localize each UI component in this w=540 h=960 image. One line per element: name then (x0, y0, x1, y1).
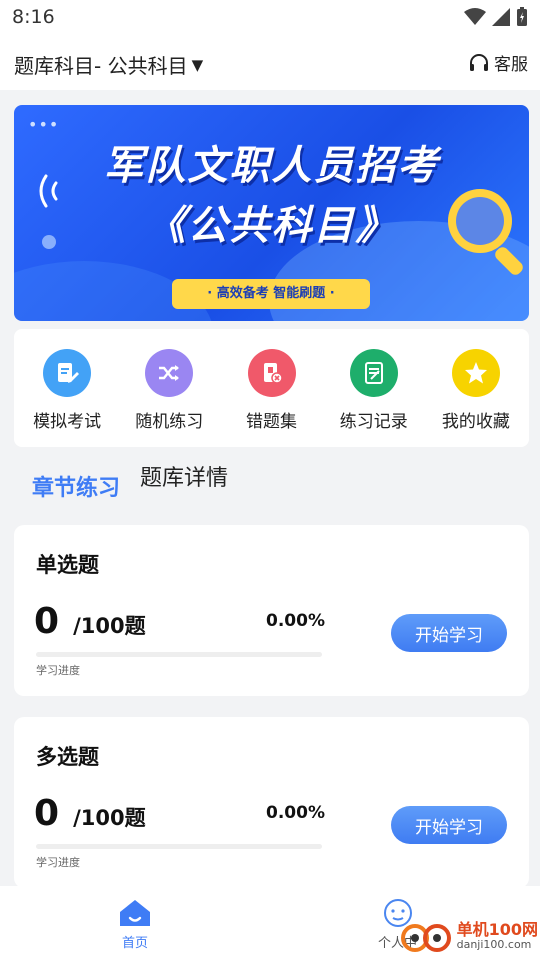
quick-action-label: 随机练习 (135, 412, 204, 432)
quick-action-label: 我的收藏 (441, 412, 510, 432)
total-count: /100题 (73, 614, 146, 638)
watermark-sub: danji100.com (456, 937, 532, 951)
banner-dots-decoration: ••• (28, 115, 60, 134)
customer-service-button[interactable]: 客服 (468, 50, 528, 75)
total-count: /100题 (73, 806, 146, 830)
done-count: 0 (34, 601, 60, 642)
status-time: 8:16 (12, 6, 55, 28)
card-title: 单选题 (36, 553, 99, 577)
shuffle-icon (145, 349, 194, 397)
banner-tagline: · 高效备考 智能刷题 · (172, 279, 370, 309)
card-title: 多选题 (36, 745, 99, 769)
exam-edit-icon (43, 349, 92, 397)
record-icon (349, 349, 398, 397)
service-label: 客服 (494, 55, 528, 75)
home-icon (120, 900, 150, 926)
quick-action-label: 模拟考试 (33, 412, 102, 432)
quick-action-label: 错题集 (246, 412, 297, 432)
quick-actions: 模拟考试 随机练习 错题集 练习记录 我的收藏 (14, 329, 529, 447)
quick-action-label: 练习记录 (339, 412, 408, 432)
progress-bar (36, 844, 322, 849)
status-icons (464, 7, 528, 27)
progress-percent: 0.00% (266, 611, 325, 631)
signal-icon (492, 8, 510, 26)
quick-action-wrong-questions[interactable]: 错题集 (220, 349, 322, 447)
start-learning-button[interactable]: 开始学习 (391, 806, 507, 844)
promo-banner[interactable]: ••• 军队文职人员招考 《公共科目》 · 高效备考 智能刷题 · (14, 105, 529, 321)
quick-action-mock-exam[interactable]: 模拟考试 (16, 349, 118, 447)
section-tabs: 章节练习 题库详情 (32, 466, 228, 502)
progress-label: 学习进度 (36, 664, 80, 677)
magnifier-icon (448, 189, 523, 275)
progress-label: 学习进度 (36, 856, 80, 869)
question-type-card: 单选题 0 /100题 0.00% 学习进度 开始学习 (14, 525, 529, 696)
card-count: 0 /100题 (34, 601, 146, 642)
quick-action-favorites[interactable]: 我的收藏 (425, 349, 527, 447)
start-learning-button[interactable]: 开始学习 (391, 614, 507, 652)
card-count: 0 /100题 (34, 793, 146, 834)
headset-icon (470, 53, 488, 71)
progress-bar (36, 652, 322, 657)
star-icon (451, 349, 500, 397)
nav-home-label: 首页 (121, 936, 148, 951)
nav-home[interactable]: 首页 (116, 898, 154, 951)
quick-action-practice-records[interactable]: 练习记录 (323, 349, 425, 447)
battery-icon (517, 7, 527, 26)
status-bar: 8:16 (0, 0, 540, 36)
subject-label: 题库科目- 公共科目 (14, 54, 188, 78)
top-bar: 题库科目- 公共科目 ▼ 客服 (0, 36, 540, 90)
watermark-logo-icon (400, 924, 451, 952)
tab-question-bank-details[interactable]: 题库详情 (140, 460, 228, 492)
subject-selector[interactable]: 题库科目- 公共科目 ▼ (14, 50, 203, 79)
done-count: 0 (34, 793, 60, 834)
wrong-questions-icon (247, 349, 296, 397)
watermark-main: 单机100网 (456, 920, 538, 940)
question-type-card: 多选题 0 /100题 0.00% 学习进度 开始学习 (14, 717, 529, 888)
caret-down-icon: ▼ (191, 55, 204, 74)
progress-percent: 0.00% (266, 803, 325, 823)
tab-chapter-practice[interactable]: 章节练习 (32, 470, 120, 502)
quick-action-random-practice[interactable]: 随机练习 (118, 349, 220, 447)
wifi-icon (464, 8, 486, 25)
watermark: 单机100网 danji100.com (400, 918, 538, 954)
